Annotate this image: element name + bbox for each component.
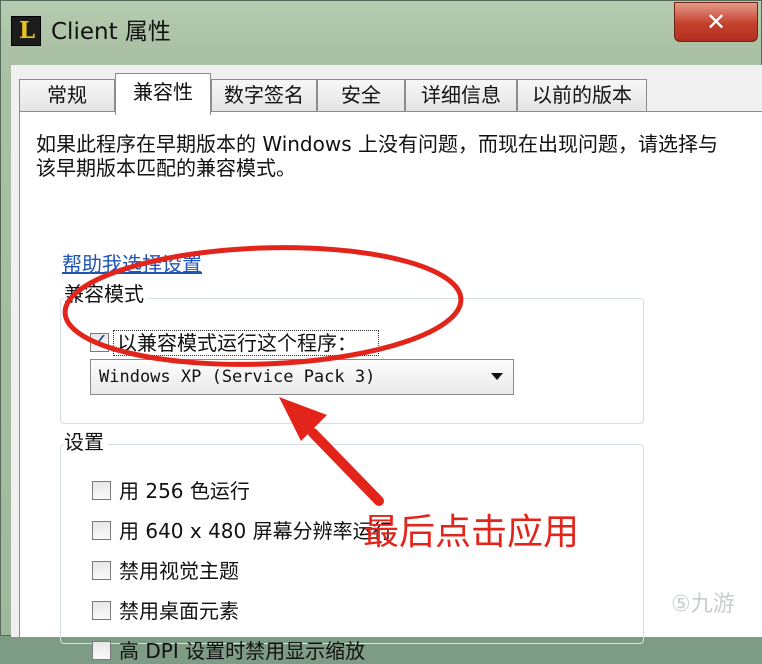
annotation-text: 最后点击应用 (363, 512, 580, 553)
tab-compatibility[interactable]: 兼容性 (115, 73, 211, 115)
annotation-arrow-shaft (308, 428, 384, 506)
setting-disable-dpi-scaling-label: 高 DPI 设置时禁用显示缩放 (119, 639, 366, 663)
annotation-ellipse (62, 245, 464, 367)
properties-window: L Client 属性 ✕ 常规 兼容性 数字签名 安全 详细信息 以前的版本 … (0, 0, 762, 663)
setting-disable-dpi-scaling-row[interactable]: 高 DPI 设置时禁用显示缩放 (92, 638, 452, 664)
setting-disable-dpi-scaling-checkbox[interactable] (92, 641, 111, 660)
watermark-logo: ⑤九游 (671, 592, 735, 617)
